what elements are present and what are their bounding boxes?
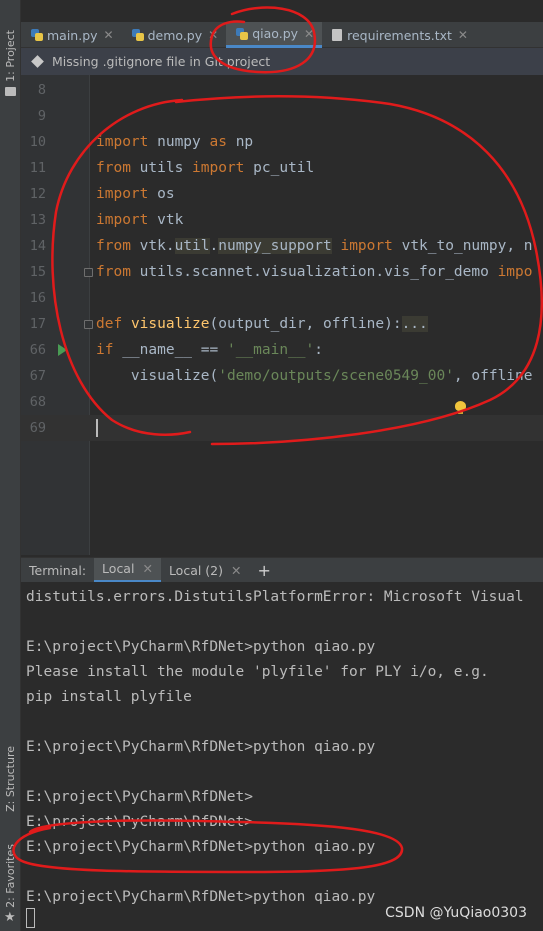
terminal-tab-label: Local (2) <box>168 562 224 578</box>
code-text: from utils import pc_util <box>96 160 315 176</box>
code-text: import os <box>96 186 175 202</box>
terminal-line: Please install the module 'plyfile' for … <box>26 664 489 680</box>
terminal-line: pip install plyfile <box>26 689 192 705</box>
add-terminal-button[interactable]: + <box>250 561 279 580</box>
tab-label: demo.py <box>147 27 203 43</box>
run-icon[interactable] <box>58 344 67 356</box>
tab-label: main.py <box>47 27 98 43</box>
python-file-icon <box>31 29 43 41</box>
code-text: import vtk <box>96 212 184 228</box>
tab-label: qiao.py <box>252 26 299 41</box>
favorites-tool-button[interactable]: 2: Favorites <box>0 844 21 908</box>
close-icon[interactable]: ✕ <box>231 563 241 578</box>
code-line: 12 import os <box>21 181 543 207</box>
line-number: 68 <box>29 394 46 410</box>
project-tool-label: 1: Project <box>4 29 17 82</box>
close-icon[interactable]: ✕ <box>304 27 314 41</box>
terminal-header: Terminal: Local ✕ Local (2) ✕ + <box>21 557 543 583</box>
terminal-line: E:\project\PyCharm\RfDNet> <box>26 789 253 805</box>
line-number: 16 <box>29 290 46 306</box>
code-line: 9 <box>21 103 543 129</box>
notification-text: Missing .gitignore file in Git project <box>52 54 271 69</box>
code-text: from utils.scannet.visualization.vis_for… <box>96 264 533 280</box>
close-icon[interactable]: ✕ <box>142 561 152 576</box>
terminal-line: E:\project\PyCharm\RfDNet> <box>26 814 253 830</box>
text-caret <box>96 419 98 437</box>
tool-window-strip: 1: Project Z: Structure 2: Favorites ★ <box>0 0 21 931</box>
code-line: 10 import numpy as np <box>21 129 543 155</box>
line-number: 12 <box>29 186 46 202</box>
code-text: import numpy as np <box>96 134 254 150</box>
code-line: 67 visualize('demo/outputs/scene0549_00'… <box>21 363 543 389</box>
tab-label: requirements.txt <box>347 27 452 43</box>
code-text: if __name__ == '__main__': <box>96 342 324 358</box>
editor-tabs: main.py ✕ demo.py ✕ qiao.py ✕ requiremen… <box>21 22 543 48</box>
fold-marker-icon[interactable] <box>84 320 93 329</box>
line-number: 69 <box>29 420 46 436</box>
line-number: 67 <box>29 368 46 384</box>
close-icon[interactable]: ✕ <box>104 28 114 42</box>
code-line: 66 if __name__ == '__main__': <box>21 337 543 363</box>
code-text: from vtk.util.numpy_support import vtk_t… <box>96 238 533 254</box>
code-line: 13 import vtk <box>21 207 543 233</box>
line-number: 66 <box>29 342 46 358</box>
tab-demo-py[interactable]: demo.py ✕ <box>122 22 227 48</box>
lightbulb-icon[interactable] <box>455 401 466 414</box>
line-number: 10 <box>29 134 46 150</box>
structure-tool-button[interactable]: Z: Structure <box>0 745 21 813</box>
terminal-line: distutils.errors.DistutilsPlatformError:… <box>26 589 524 605</box>
code-line: 15 from utils.scannet.visualization.vis_… <box>21 259 543 285</box>
code-line: 16 <box>21 285 543 311</box>
folder-icon <box>5 87 16 97</box>
python-file-icon <box>131 29 144 41</box>
folded-code[interactable]: ... <box>401 316 428 332</box>
terminal-cursor <box>26 908 35 928</box>
line-number: 15 <box>29 264 46 280</box>
code-line: 14 from vtk.util.numpy_support import vt… <box>21 233 543 259</box>
line-number: 9 <box>37 108 46 124</box>
gitignore-notification[interactable]: Missing .gitignore file in Git project <box>21 48 543 75</box>
python-file-icon <box>236 27 249 40</box>
terminal-line: E:\project\PyCharm\RfDNet>python qiao.py <box>26 739 376 755</box>
terminal-title: Terminal: <box>29 562 87 578</box>
line-number: 17 <box>29 316 46 332</box>
terminal-tab-local[interactable]: Local ✕ <box>94 557 161 583</box>
line-number: 11 <box>29 160 46 176</box>
code-text: def visualize(output_dir, offline):... <box>96 316 428 332</box>
star-icon[interactable]: ★ <box>4 910 16 925</box>
watermark: CSDN @YuQiao0303 <box>385 905 527 921</box>
line-number: 8 <box>37 82 46 98</box>
code-line: 8 <box>21 77 543 103</box>
line-number: 14 <box>29 238 46 254</box>
tab-main-py[interactable]: main.py ✕ <box>21 22 122 48</box>
favorites-tool-label: 2: Favorites <box>4 844 17 908</box>
close-icon[interactable]: ✕ <box>458 28 468 42</box>
code-editor[interactable]: 8 9 10 import numpy as np 11 from utils … <box>21 75 543 555</box>
text-file-icon <box>332 29 343 41</box>
structure-tool-label: Z: Structure <box>4 746 17 812</box>
fold-marker-icon[interactable] <box>84 268 93 277</box>
terminal-line: E:\project\PyCharm\RfDNet>python qiao.py <box>26 839 376 855</box>
terminal-tab-local-2[interactable]: Local (2) ✕ <box>161 558 250 583</box>
code-line: 11 from utils import pc_util <box>21 155 543 181</box>
terminal-line: E:\project\PyCharm\RfDNet>python qiao.py <box>26 639 376 655</box>
tab-requirements-txt[interactable]: requirements.txt ✕ <box>322 22 476 48</box>
git-icon <box>31 55 44 68</box>
line-number: 13 <box>29 212 46 228</box>
code-line: 17 def visualize(output_dir, offline):..… <box>21 311 543 337</box>
project-tool-button[interactable]: 1: Project <box>0 28 21 98</box>
close-icon[interactable]: ✕ <box>208 28 218 42</box>
terminal-output[interactable]: distutils.errors.DistutilsPlatformError:… <box>21 582 543 931</box>
tab-qiao-py[interactable]: qiao.py ✕ <box>226 22 323 48</box>
terminal-tab-label: Local <box>102 561 135 576</box>
code-text: visualize('demo/outputs/scene0549_00', o… <box>96 368 533 384</box>
code-line-current: 69 <box>21 415 543 441</box>
terminal-line: E:\project\PyCharm\RfDNet>python qiao.py <box>26 889 376 905</box>
